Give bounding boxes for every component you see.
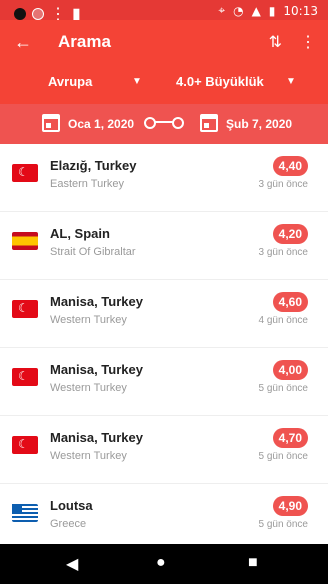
time-ago: 4 gün önce	[258, 315, 309, 326]
nav-home-icon[interactable]: ●	[156, 554, 166, 572]
time-ago: 3 gün önce	[258, 179, 309, 190]
time-ago: 5 gün önce	[258, 451, 309, 462]
date-range-bar: Oca 1, 2020 Şub 7, 2020	[0, 104, 328, 144]
flag-turkey-icon	[12, 368, 38, 386]
region-name: Western Turkey	[50, 450, 127, 462]
flag-greece-icon	[12, 504, 38, 522]
earthquake-list: Elazığ, Turkey Eastern Turkey 4,40 3 gün…	[0, 144, 328, 544]
nav-recents-icon[interactable]: ■	[248, 554, 258, 572]
chevron-down-icon[interactable]: ▼	[132, 76, 142, 87]
magnitude-badge: 4,70	[272, 428, 308, 448]
location-name: Manisa, Turkey	[50, 362, 143, 377]
location-name: Elazığ, Turkey	[50, 158, 137, 173]
flag-turkey-icon	[12, 436, 38, 454]
region-name: Western Turkey	[50, 314, 127, 326]
status-time: 10:13	[283, 3, 318, 18]
date-to[interactable]: Şub 7, 2020	[226, 117, 292, 131]
sort-icon[interactable]: ⇅	[269, 32, 282, 52]
list-item[interactable]: Manisa, Turkey Western Turkey 4,60 4 gün…	[0, 280, 328, 348]
time-ago: 5 gün önce	[258, 519, 309, 530]
more-icon[interactable]: ⋮	[300, 32, 316, 52]
time-ago: 3 gün önce	[258, 247, 309, 258]
magnitude-badge: 4,40	[272, 156, 308, 176]
calendar-icon[interactable]	[42, 114, 60, 132]
status-bar: ⋮ ▮ ⌖ ◔ ▲ ▮ 10:13	[0, 0, 328, 23]
time-ago: 5 gün önce	[258, 383, 309, 394]
status-right: ⌖ ◔ ▲ ▮ 10:13	[218, 3, 318, 18]
region-name: Greece	[50, 518, 87, 530]
date-from[interactable]: Oca 1, 2020	[68, 117, 134, 131]
wifi-icon: ◔	[233, 3, 244, 18]
battery-icon: ▮	[268, 3, 276, 18]
calendar-icon[interactable]	[200, 114, 218, 132]
location-name: Manisa, Turkey	[50, 294, 143, 309]
region-name: Eastern Turkey	[50, 178, 124, 190]
page-title: Arama	[58, 32, 111, 51]
nav-back-icon[interactable]: ◀	[66, 554, 78, 574]
list-item[interactable]: Manisa, Turkey Western Turkey 4,70 5 gün…	[0, 416, 328, 484]
magnitude-badge: 4,90	[272, 496, 308, 516]
magnitude-badge: 4,60	[272, 292, 308, 312]
chevron-down-icon[interactable]: ▼	[286, 76, 296, 87]
list-item[interactable]: AL, Spain Strait Of Gibraltar 4,20 3 gün…	[0, 212, 328, 280]
magnitude-badge: 4,20	[272, 224, 308, 244]
location-name: Loutsa	[50, 498, 93, 513]
back-arrow-icon[interactable]: ←	[14, 32, 32, 53]
magnitude-filter[interactable]: 4.0+ Büyüklük	[176, 74, 264, 89]
notification-dot-icon	[14, 8, 26, 20]
filters-bar: Avrupa ▼ 4.0+ Büyüklük ▼	[0, 64, 328, 104]
magnitude-badge: 4,00	[272, 360, 308, 380]
list-item[interactable]: Loutsa Greece 4,90 5 gün önce	[0, 484, 328, 544]
region-filter[interactable]: Avrupa	[48, 74, 92, 89]
flag-turkey-icon	[12, 300, 38, 318]
location-icon: ⌖	[218, 3, 226, 17]
location-name: Manisa, Turkey	[50, 430, 143, 445]
toolbar: ← Arama ⇅ ⋮	[0, 20, 328, 64]
date-range-slider-icon	[144, 117, 184, 129]
app-root: ⋮ ▮ ⌖ ◔ ▲ ▮ 10:13 ← Arama ⇅ ⋮ Avrupa ▼ 4…	[0, 0, 328, 584]
region-name: Strait Of Gibraltar	[50, 246, 136, 258]
location-name: AL, Spain	[50, 226, 110, 241]
list-item[interactable]: Manisa, Turkey Western Turkey 4,00 5 gün…	[0, 348, 328, 416]
flag-turkey-icon	[12, 164, 38, 182]
toolbar-actions: ⇅ ⋮	[269, 32, 316, 52]
notification-icon	[32, 8, 44, 20]
list-item[interactable]: Elazığ, Turkey Eastern Turkey 4,40 3 gün…	[0, 144, 328, 212]
region-name: Western Turkey	[50, 382, 127, 394]
flag-spain-icon	[12, 232, 38, 250]
signal-icon: ▲	[251, 3, 261, 18]
navigation-bar: ◀ ● ■	[0, 544, 328, 584]
